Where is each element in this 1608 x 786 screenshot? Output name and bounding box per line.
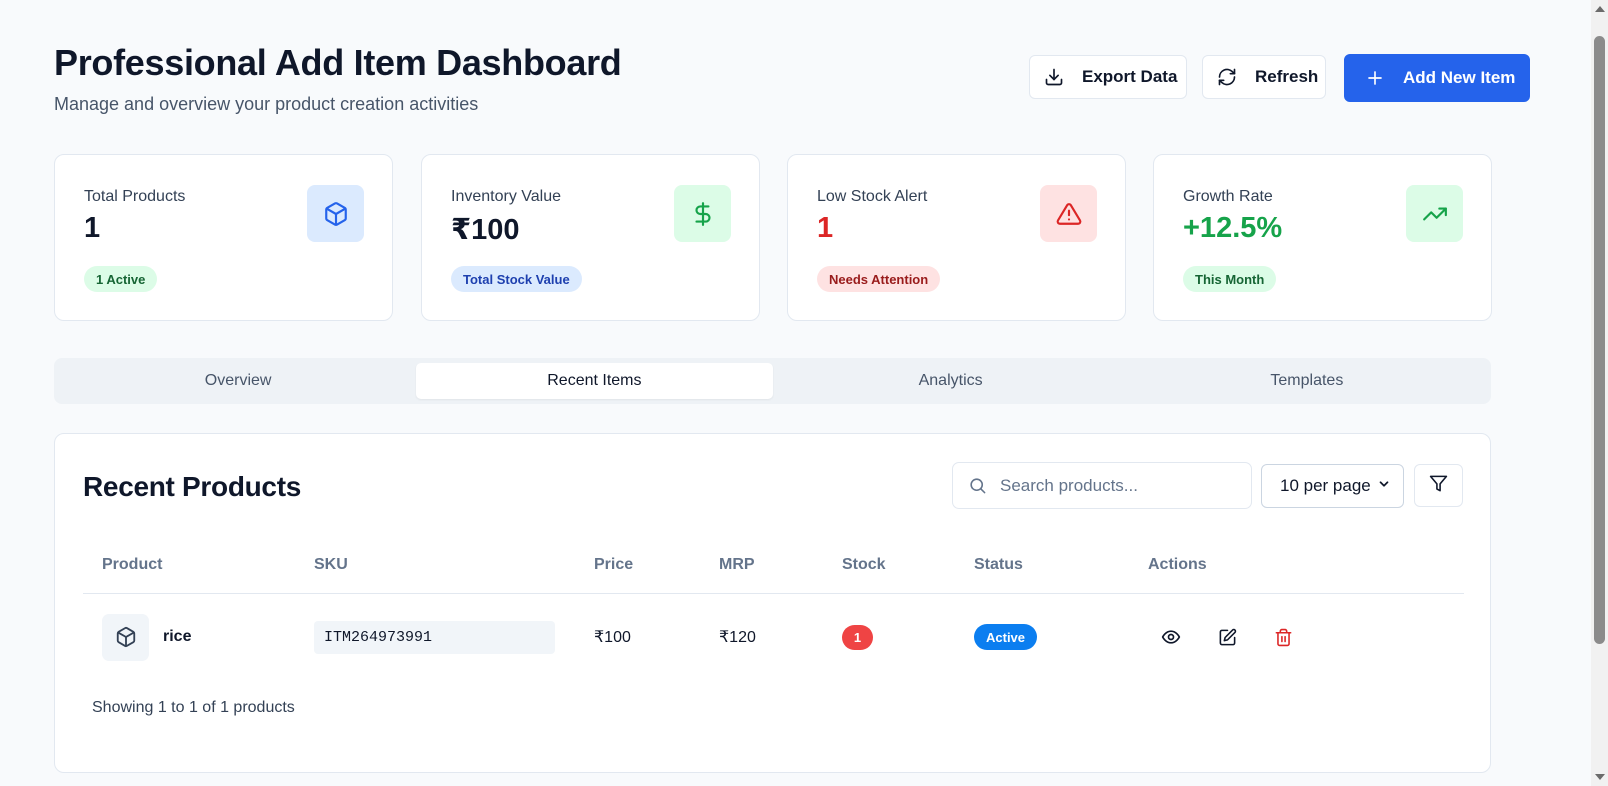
export-data-label: Export Data	[1082, 67, 1178, 86]
panel-title: Recent Products	[83, 471, 301, 502]
stock-cell: 1	[842, 594, 873, 680]
refresh-label: Refresh	[1255, 67, 1319, 86]
edit-icon[interactable]	[1215, 625, 1239, 649]
stock-badge: 1	[842, 624, 873, 650]
stat-value: +12.5%	[1183, 212, 1283, 244]
column-header-mrp: MRP	[719, 556, 755, 573]
filter-icon	[1429, 474, 1448, 498]
actions-cell	[1159, 594, 1327, 680]
vertical-scrollbar[interactable]	[1591, 0, 1608, 786]
stat-badge: 1 Active	[84, 266, 158, 292]
price-cell: ₹100	[594, 629, 631, 646]
stat-label: Inventory Value	[451, 188, 561, 205]
tab-bar: Overview Recent Items Analytics Template…	[54, 358, 1491, 404]
search-input[interactable]	[1000, 475, 1230, 496]
stat-badge: This Month	[1183, 266, 1277, 292]
stat-label: Total Products	[84, 188, 186, 205]
add-new-item-label: Add New Item	[1403, 68, 1516, 87]
package-icon	[102, 613, 149, 661]
product-cell: rice	[102, 594, 191, 680]
stat-value: ₹100	[451, 214, 520, 246]
refresh-button[interactable]: Refresh	[1202, 55, 1326, 99]
scroll-down-arrow-icon[interactable]	[1595, 774, 1605, 780]
column-header-stock: Stock	[842, 556, 886, 573]
mrp-cell: ₹120	[719, 629, 756, 646]
sku-cell: ITM264973991	[314, 594, 555, 680]
trending-up-icon	[1406, 185, 1463, 242]
stat-badge: Needs Attention	[817, 266, 941, 292]
scroll-up-arrow-icon[interactable]	[1595, 6, 1605, 12]
page-subtitle: Manage and overview your product creatio…	[54, 94, 479, 114]
search-icon	[968, 476, 987, 495]
column-header-actions: Actions	[1148, 556, 1207, 573]
refresh-icon	[1217, 67, 1237, 87]
product-name: rice	[163, 628, 192, 645]
filter-button[interactable]	[1414, 464, 1463, 507]
stat-value: 1	[84, 212, 101, 244]
column-header-status: Status	[974, 556, 1023, 573]
column-header-product: Product	[102, 556, 163, 573]
column-header-sku: SKU	[314, 556, 348, 573]
tab-analytics[interactable]: Analytics	[773, 363, 1129, 399]
sku-value: ITM264973991	[314, 620, 555, 654]
pagination-summary: Showing 1 to 1 of 1 products	[92, 699, 295, 716]
dollar-icon	[674, 185, 731, 242]
stat-card-growth-rate: Growth Rate +12.5% This Month	[1153, 154, 1492, 321]
stat-card-low-stock: Low Stock Alert 1 Needs Attention	[787, 154, 1126, 321]
stat-badge: Total Stock Value	[451, 266, 582, 292]
download-icon	[1044, 67, 1064, 87]
chevron-down-icon	[1377, 476, 1391, 496]
tab-recent-items[interactable]: Recent Items	[416, 363, 773, 399]
scrollbar-thumb[interactable]	[1594, 36, 1605, 644]
recent-products-panel: Recent Products 10 per page Product SKU …	[54, 433, 1491, 773]
add-new-item-button[interactable]: Add New Item	[1344, 54, 1530, 102]
per-page-value: 10 per page	[1280, 476, 1371, 495]
delete-icon[interactable]	[1271, 625, 1295, 649]
tab-templates[interactable]: Templates	[1129, 363, 1485, 399]
page-title: Professional Add Item Dashboard	[54, 42, 622, 83]
tab-overview[interactable]: Overview	[60, 363, 416, 399]
per-page-select[interactable]: 10 per page	[1261, 464, 1404, 508]
column-header-price: Price	[594, 556, 634, 573]
search-box	[952, 462, 1252, 509]
page-header: Professional Add Item Dashboard Manage a…	[54, 38, 1530, 118]
stat-label: Low Stock Alert	[817, 188, 928, 205]
stat-card-inventory-value: Inventory Value ₹100 Total Stock Value	[421, 154, 760, 321]
export-data-button[interactable]: Export Data	[1029, 55, 1187, 99]
plus-icon	[1365, 68, 1385, 88]
stat-card-total-products: Total Products 1 1 Active	[54, 154, 393, 321]
status-cell: Active	[974, 594, 1038, 680]
stat-label: Growth Rate	[1183, 188, 1273, 205]
view-icon[interactable]	[1159, 625, 1183, 649]
alert-triangle-icon	[1040, 185, 1097, 242]
box-icon	[307, 185, 364, 242]
table-row: rice ITM264973991 ₹100 ₹120 1 Active	[83, 594, 1464, 680]
stat-value: 1	[817, 212, 834, 244]
table-header: Product SKU Price MRP Stock Status Actio…	[83, 542, 1464, 594]
status-badge: Active	[974, 624, 1038, 650]
